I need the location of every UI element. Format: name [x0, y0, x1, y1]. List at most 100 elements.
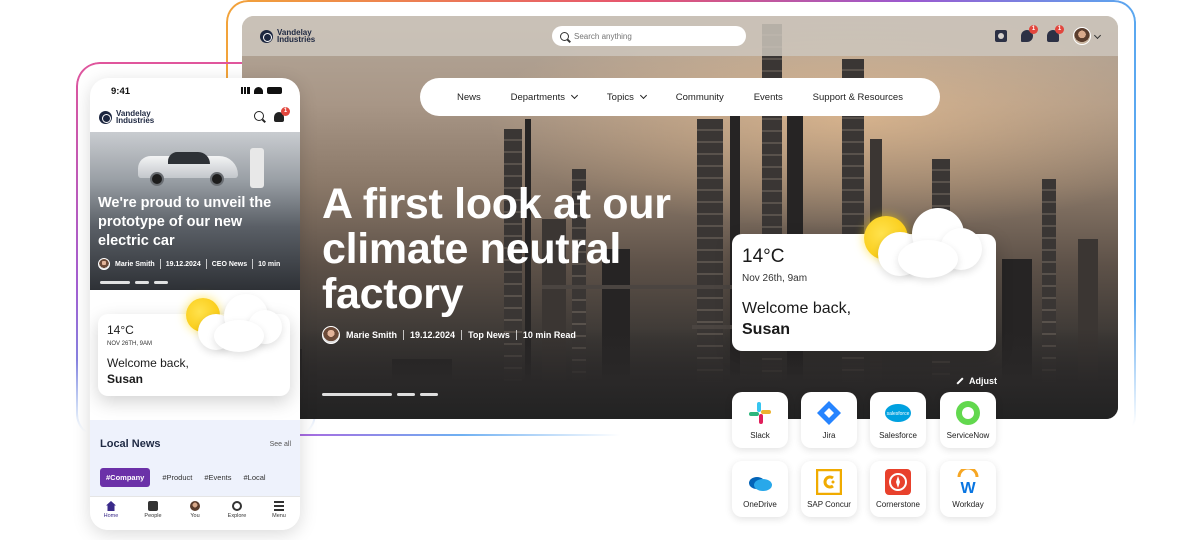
battery-icon	[267, 87, 282, 94]
article-date: 19.12.2024	[165, 260, 201, 268]
main-navigation: News Departments Topics Community Events…	[420, 78, 940, 116]
adjust-label: Adjust	[969, 376, 997, 386]
divider	[515, 330, 517, 340]
app-label: Slack	[750, 431, 770, 440]
app-label: Jira	[822, 431, 836, 440]
desktop-intranet-screen: Vandelay Industries 1 1 News Departments…	[242, 16, 1118, 419]
servicenow-icon	[956, 401, 980, 425]
nav-events[interactable]: Events	[754, 92, 783, 103]
tab-explore[interactable]: Explore	[219, 501, 255, 519]
tab-label: Menu	[272, 513, 286, 519]
contact-card-icon[interactable]	[995, 30, 1007, 42]
author-name[interactable]: Marie Smith	[346, 330, 397, 340]
chip-company[interactable]: #Company	[100, 468, 151, 487]
divider	[461, 330, 463, 340]
app-tile-servicenow[interactable]: ServiceNow	[940, 392, 996, 448]
avatar	[190, 501, 200, 511]
tab-menu[interactable]: Menu	[261, 501, 297, 519]
search-bar[interactable]	[552, 26, 746, 46]
author-avatar	[322, 326, 340, 344]
compass-icon	[232, 501, 242, 511]
divider	[252, 259, 254, 269]
chat-badge: 1	[1029, 25, 1038, 34]
tab-label: Explore	[227, 513, 247, 519]
slack-icon	[749, 402, 771, 424]
top-bar-actions: 1 1	[995, 25, 1102, 45]
onedrive-icon	[749, 477, 772, 491]
read-time: 10 min	[258, 260, 281, 268]
desktop-top-bar: Vandelay Industries 1 1	[242, 16, 1118, 56]
brand-logo[interactable]: Vandelay Industries	[99, 110, 168, 125]
cloud-icon	[878, 208, 982, 280]
article-category[interactable]: CEO News	[212, 261, 247, 268]
chevron-down-icon	[1093, 31, 1102, 39]
carousel-dot[interactable]	[420, 393, 438, 396]
nav-support-resources[interactable]: Support & Resources	[813, 92, 903, 103]
user-menu[interactable]	[1073, 27, 1102, 45]
home-icon	[106, 501, 116, 511]
chevron-down-icon	[639, 91, 647, 100]
cornerstone-icon	[885, 469, 911, 495]
carousel-dot-active[interactable]	[322, 393, 392, 396]
app-tile-slack[interactable]: Slack	[732, 392, 788, 448]
app-tile-onedrive[interactable]: OneDrive	[732, 461, 788, 517]
temperature: 14°C	[107, 323, 134, 337]
avatar	[1073, 27, 1091, 45]
app-label: OneDrive	[743, 500, 777, 509]
nav-departments[interactable]: Departments	[511, 91, 579, 103]
svg-text:W: W	[960, 480, 976, 495]
app-tile-cornerstone[interactable]: Cornerstone	[870, 461, 926, 517]
bottom-tab-bar: Home People You Explore Menu	[90, 496, 300, 530]
app-tile-sap-concur[interactable]: SAP Concur	[801, 461, 857, 517]
nav-label: Events	[753, 91, 783, 103]
tab-you[interactable]: You	[177, 501, 213, 519]
divider	[403, 330, 405, 340]
nav-label: News	[456, 91, 481, 103]
carousel-dot-active[interactable]	[100, 281, 130, 284]
chip-events[interactable]: #Events	[204, 473, 231, 482]
app-tile-workday[interactable]: W Workday	[940, 461, 996, 517]
bell-icon[interactable]: 1	[274, 107, 290, 122]
bell-icon[interactable]: 1	[1047, 25, 1064, 42]
charging-station-image	[250, 148, 264, 188]
svg-text:salesforce: salesforce	[887, 411, 910, 417]
carousel-dot[interactable]	[135, 281, 149, 284]
divider	[159, 259, 161, 269]
divider	[205, 259, 207, 269]
nav-community[interactable]: Community	[676, 92, 724, 103]
status-bar: 9:41	[90, 78, 300, 102]
search-icon	[560, 31, 569, 41]
adjust-apps-button[interactable]: Adjust	[956, 376, 997, 386]
hero-headline[interactable]: A first look at our climate neutral fact…	[322, 182, 742, 317]
author-name[interactable]: Marie Smith	[115, 261, 155, 268]
mobile-hero-article[interactable]: We're proud to unveil the prototype of o…	[90, 132, 300, 290]
wifi-icon	[254, 87, 263, 94]
app-tile-jira[interactable]: Jira	[801, 392, 857, 448]
chevron-down-icon	[570, 91, 579, 100]
tab-label: People	[144, 513, 162, 519]
carousel-dot[interactable]	[154, 281, 168, 284]
carousel-dot[interactable]	[397, 393, 415, 396]
tab-people[interactable]: People	[135, 501, 171, 519]
app-tile-salesforce[interactable]: salesforce Salesforce	[870, 392, 926, 448]
hero-headline[interactable]: We're proud to unveil the prototype of o…	[98, 194, 294, 251]
article-category[interactable]: Top News	[468, 330, 510, 340]
tab-home[interactable]: Home	[93, 501, 129, 519]
search-input[interactable]	[574, 31, 734, 41]
nav-news[interactable]: News	[457, 92, 481, 103]
welcome-greeting: Welcome back,	[107, 356, 189, 370]
chip-product[interactable]: #Product	[162, 473, 192, 482]
chat-icon[interactable]: 1	[1021, 25, 1038, 42]
nav-label: Community	[675, 91, 724, 103]
local-news-section: Local News See all #Company #Product #Ev…	[90, 420, 300, 496]
nav-topics[interactable]: Topics	[607, 91, 647, 103]
chip-local[interactable]: #Local	[243, 473, 265, 482]
brand-logo[interactable]: Vandelay Industries	[260, 29, 329, 44]
see-all-link[interactable]: See all	[270, 441, 291, 448]
pencil-icon	[956, 377, 964, 385]
status-time: 9:41	[111, 86, 131, 97]
mobile-app-screen: 9:41 Vandelay Industries 1 We're proud t…	[90, 78, 300, 530]
search-icon[interactable]	[254, 111, 264, 121]
user-name: Susan	[107, 372, 144, 386]
people-icon	[148, 501, 158, 511]
